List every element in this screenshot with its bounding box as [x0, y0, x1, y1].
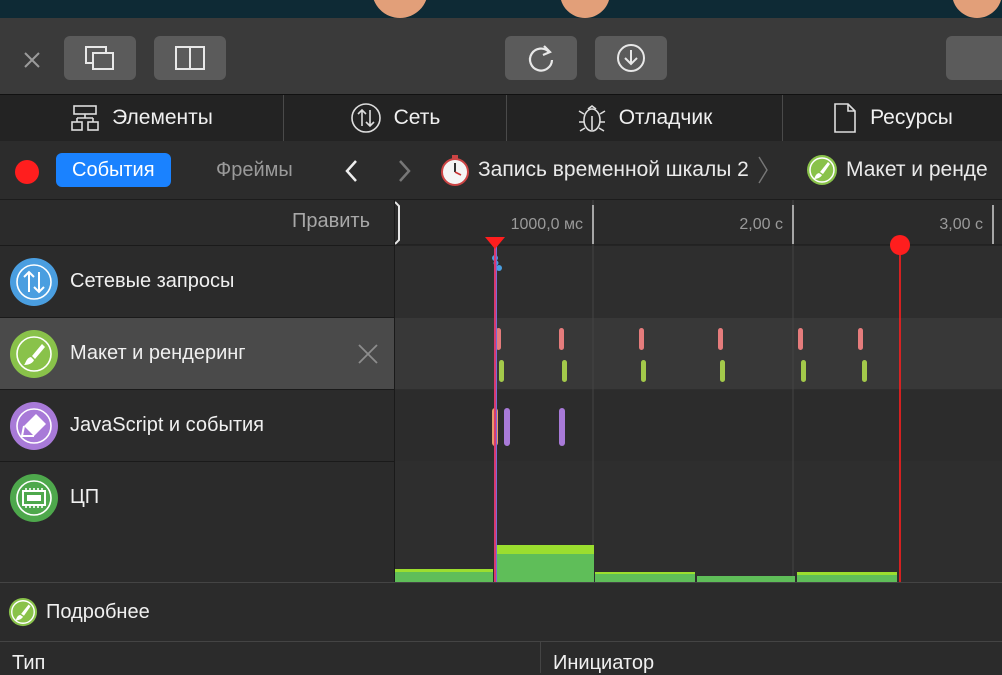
elements-icon	[71, 105, 99, 131]
toolbar-overflow-button[interactable]	[946, 36, 1002, 80]
forward-chevron-icon[interactable]	[394, 158, 414, 184]
details-header: Подробнее	[8, 597, 150, 627]
row-label: JavaScript и события	[70, 414, 264, 436]
timeline-row-cpu[interactable]: ЦП	[0, 462, 394, 581]
layout-mark[interactable]	[639, 328, 644, 350]
frames-tab[interactable]: Фреймы	[200, 153, 309, 187]
layout-mark[interactable]	[798, 328, 803, 350]
ruler-tick-label: 3,00 с	[939, 216, 983, 233]
breadcrumb-current[interactable]: Макет и ренде	[806, 141, 988, 199]
cpu-bar	[496, 553, 594, 582]
detach-button[interactable]	[64, 36, 136, 80]
javascript-mark[interactable]	[559, 408, 565, 446]
tab-label: Ресурсы	[870, 106, 953, 129]
row-band-cpu	[395, 462, 1002, 582]
row-label: ЦП	[70, 486, 100, 508]
paint-mark[interactable]	[499, 360, 504, 382]
cpu-bar	[797, 574, 897, 582]
layout-mark[interactable]	[718, 328, 723, 350]
javascript-mark[interactable]	[504, 408, 510, 446]
edit-row: Править	[0, 200, 394, 246]
ruler-tick-label: 1000,0 мс	[511, 216, 583, 233]
details-title: Подробнее	[46, 600, 150, 623]
tab-elements[interactable]: Элементы	[0, 95, 284, 141]
tab-label: Сеть	[393, 106, 441, 129]
row-label: Макет и рендеринг	[70, 342, 246, 364]
network-requests-icon	[10, 257, 58, 306]
column-header-initiator[interactable]: Инициатор	[541, 642, 1002, 674]
close-icon[interactable]	[20, 48, 44, 72]
backdrop-shape	[560, 0, 610, 18]
row-band-layout	[395, 318, 1002, 389]
row-band-javascript	[395, 390, 1002, 461]
row-label: Сетевые запросы	[70, 270, 235, 292]
cpu-bar-top	[797, 572, 897, 575]
breadcrumb-current-label: Макет и ренде	[846, 158, 988, 181]
resources-icon	[834, 103, 856, 133]
paint-mark[interactable]	[641, 360, 646, 382]
toolbar	[0, 18, 1002, 94]
timeline-row-layout[interactable]: Макет и рендеринг	[0, 318, 394, 390]
detach-window-icon	[85, 46, 114, 70]
download-button[interactable]	[595, 36, 667, 80]
reload-button[interactable]	[505, 36, 577, 80]
split-view-icon	[175, 46, 205, 70]
network-icon	[350, 103, 381, 133]
breadcrumb-separator-icon	[758, 156, 768, 184]
split-view-button[interactable]	[154, 36, 226, 80]
timeline-row-network[interactable]: Сетевые запросы	[0, 246, 394, 318]
stopwatch-icon	[441, 155, 469, 186]
backdrop-shape	[372, 0, 428, 18]
paint-mark[interactable]	[720, 360, 725, 382]
current-time-handle[interactable]	[890, 235, 910, 255]
timeline-graph[interactable]: 1000,0 мс 2,00 с 3,00 с	[395, 200, 1002, 582]
details-panel: Подробнее Тип Инициатор	[0, 582, 1002, 674]
window-backdrop	[0, 0, 1002, 18]
download-icon	[617, 44, 645, 72]
cpu-icon	[10, 474, 58, 522]
back-chevron-icon[interactable]	[342, 158, 362, 184]
timeline-list-panel: Править Сетевые запросы Макет и рендерин…	[0, 200, 395, 582]
row-band-network	[395, 246, 1002, 317]
timeline-navigation-bar: События Фреймы Запись временной шкалы 2 …	[0, 141, 1002, 200]
tab-label: Отладчик	[618, 106, 713, 129]
breadcrumb-recording[interactable]: Запись временной шкалы 2	[438, 141, 769, 199]
debugger-icon	[578, 105, 606, 132]
paint-mark[interactable]	[801, 360, 806, 382]
record-button[interactable]	[15, 160, 39, 184]
layout-rendering-icon	[8, 597, 38, 627]
timeline-row-javascript[interactable]: JavaScript и события	[0, 390, 394, 462]
layout-rendering-icon	[10, 329, 58, 378]
layout-rendering-icon	[807, 155, 837, 185]
close-icon[interactable]	[356, 342, 380, 366]
cpu-bar	[395, 571, 493, 582]
ruler-tick-label: 2,00 с	[739, 216, 783, 233]
timeline-graph-canvas: 1000,0 мс 2,00 с 3,00 с	[395, 200, 1002, 582]
reload-icon	[528, 45, 554, 72]
edit-button[interactable]: Править	[292, 210, 370, 233]
tab-resources[interactable]: Ресурсы	[783, 95, 1002, 141]
layout-mark[interactable]	[858, 328, 863, 350]
tab-debugger[interactable]: Отладчик	[507, 95, 783, 141]
cpu-bar-top	[496, 545, 594, 554]
layout-mark[interactable]	[559, 328, 564, 350]
cpu-bar	[595, 573, 695, 582]
paint-mark[interactable]	[562, 360, 567, 382]
cpu-bar-top	[595, 572, 695, 574]
breadcrumb-recording-label: Запись временной шкалы 2	[478, 158, 749, 181]
paint-mark[interactable]	[862, 360, 867, 382]
tab-label: Элементы	[112, 106, 213, 129]
column-header-type[interactable]: Тип	[0, 642, 541, 674]
tab-network[interactable]: Сеть	[284, 95, 507, 141]
cpu-bar-top	[395, 569, 493, 572]
backdrop-shape	[952, 0, 1002, 18]
javascript-events-icon	[10, 401, 58, 450]
events-tab[interactable]: События	[56, 153, 171, 187]
tab-bar: Элементы Сеть Отладчик Ресурсы	[0, 94, 1002, 142]
